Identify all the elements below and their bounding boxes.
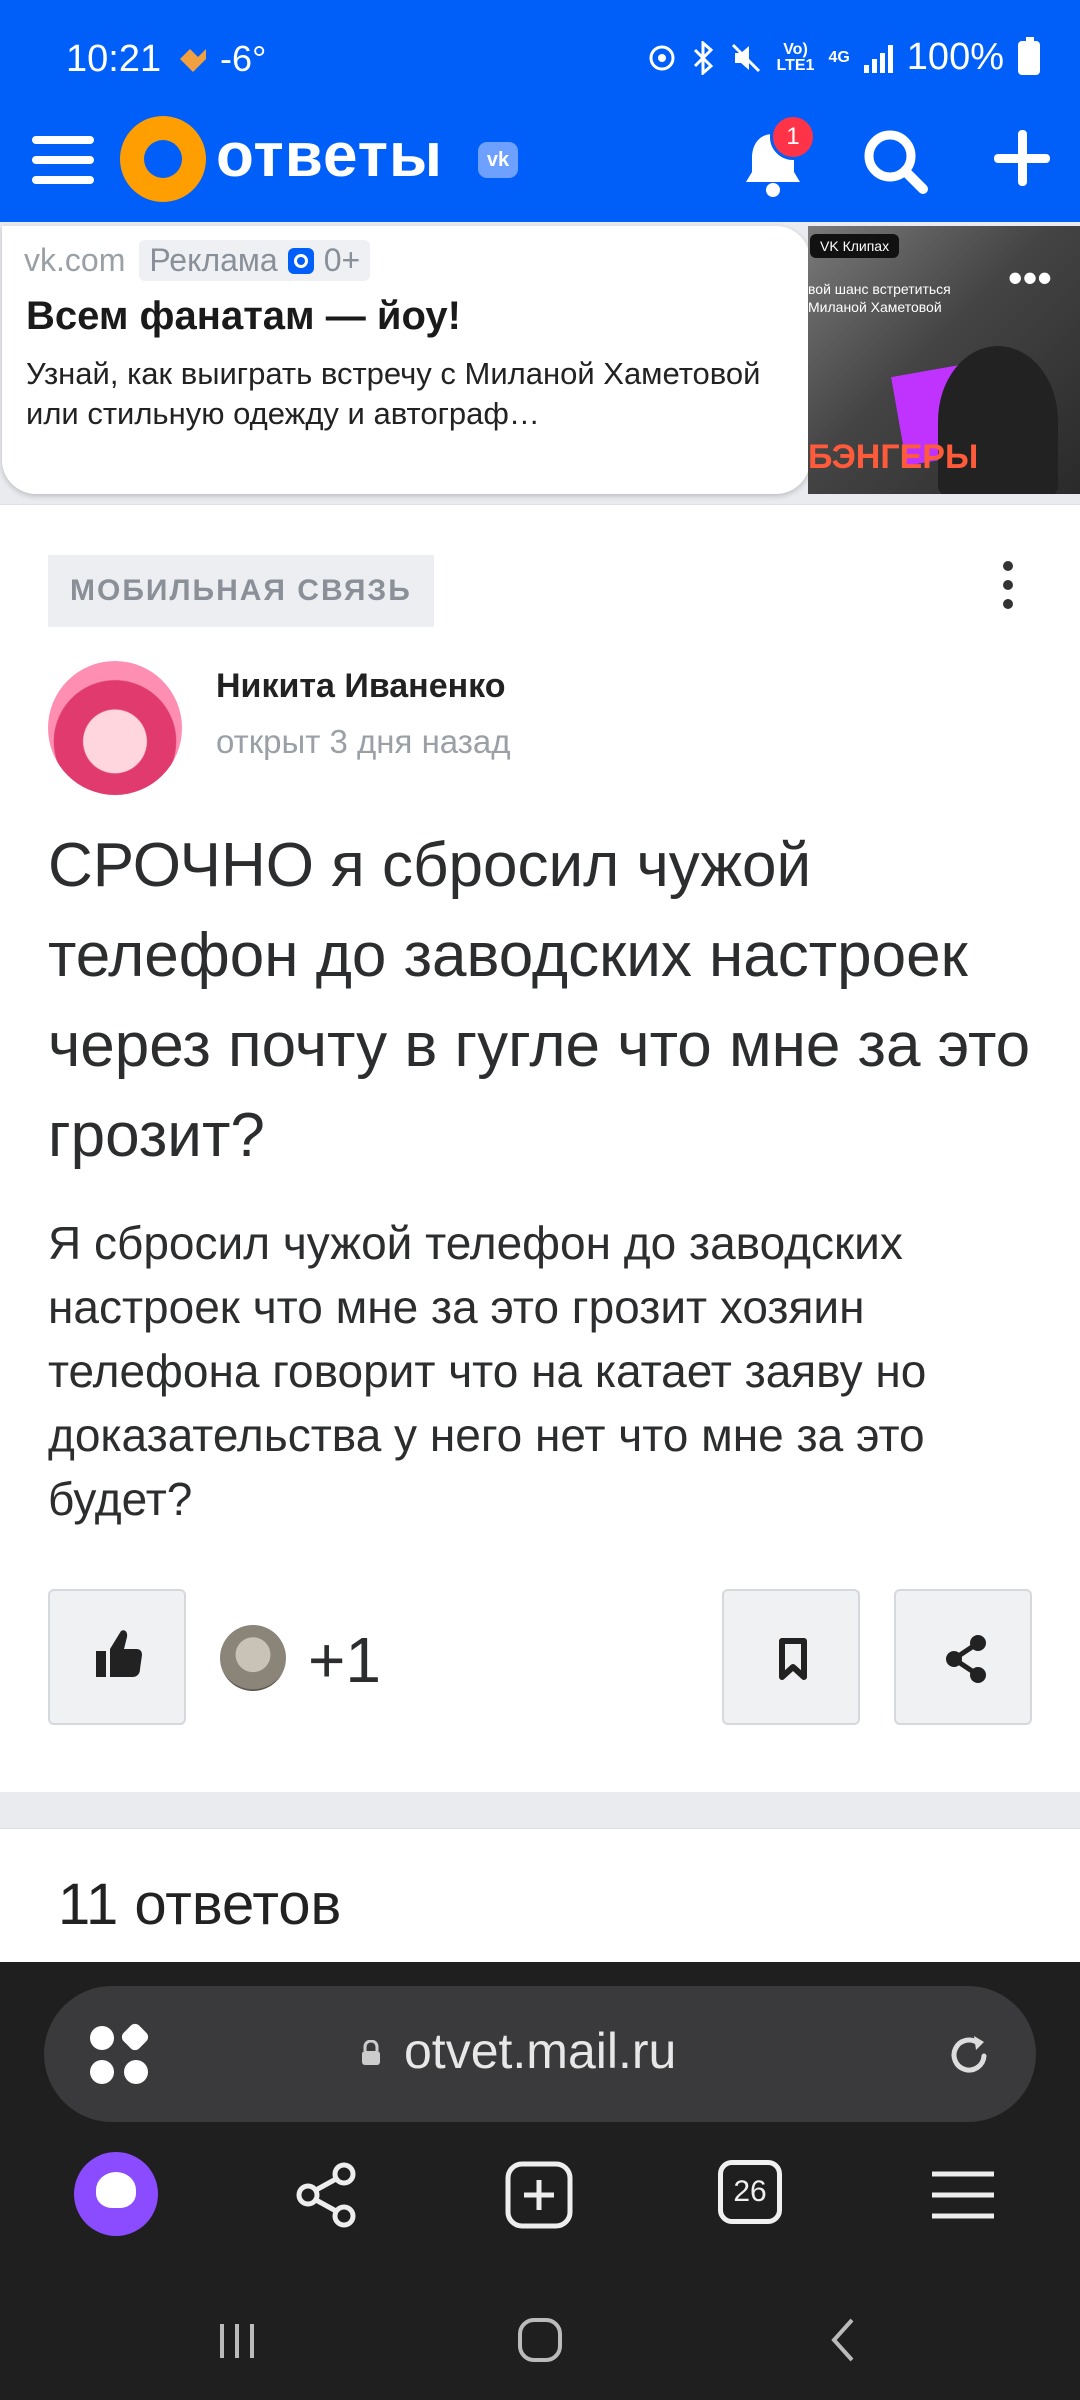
ad-label: Реклама 0+ xyxy=(139,240,371,281)
apps-grid-icon[interactable] xyxy=(90,2021,151,2086)
weather-icon xyxy=(180,49,206,72)
mute-icon xyxy=(731,43,760,72)
liker-avatar[interactable] xyxy=(220,1625,286,1691)
battery-icon xyxy=(1018,36,1040,75)
search-icon[interactable] xyxy=(860,126,930,196)
lock-icon xyxy=(362,2040,380,2065)
more-options-icon[interactable] xyxy=(1000,561,1016,621)
age-rating-icon xyxy=(287,247,314,274)
recycle-icon xyxy=(649,45,675,70)
battery-percent: 100% xyxy=(906,36,1004,78)
bookmark-button[interactable] xyxy=(722,1589,860,1725)
share-page-icon[interactable] xyxy=(290,2158,364,2232)
question-date: открыт 3 дня назад xyxy=(216,723,511,760)
signal-icon xyxy=(863,43,893,73)
ad-banner[interactable]: vk.com Реклама 0+ Всем фанатам — йоу! Уз… xyxy=(0,222,1080,500)
address-bar[interactable]: otvet.mail.ru xyxy=(44,1986,1036,2122)
ad-domain: vk.com xyxy=(24,242,126,278)
app-bar: ответы vk 1 xyxy=(0,110,1080,222)
weather-temp: -6° xyxy=(220,38,267,79)
category-tag[interactable]: МОБИЛЬНАЯ СВЯЗЬ xyxy=(48,555,434,627)
notification-badge: 1 xyxy=(770,114,816,160)
home-icon[interactable] xyxy=(516,2316,564,2364)
like-button[interactable] xyxy=(48,1589,186,1725)
thumbs-up-icon xyxy=(96,1630,142,1677)
ad-image-brand: БЭНГЕРЫ xyxy=(808,438,979,476)
author-avatar[interactable] xyxy=(48,661,182,795)
mail-logo-icon[interactable] xyxy=(120,116,206,202)
ad-title: Всем фанатам — йоу! xyxy=(26,294,461,338)
ad-card[interactable]: vk.com Реклама 0+ Всем фанатам — йоу! Уз… xyxy=(2,226,810,494)
vk-badge: vk xyxy=(478,142,518,178)
reload-icon[interactable] xyxy=(944,2030,994,2080)
logo-text[interactable]: ответы xyxy=(216,120,443,191)
status-time: 10:21 xyxy=(66,38,162,80)
ad-text: Узнай, как выиграть встречу с Миланой Ха… xyxy=(26,356,761,431)
ad-menu-icon[interactable]: ••• xyxy=(1008,257,1052,299)
ad-image-caption: вой шанс встретиться Миланой Хаметовой xyxy=(808,281,951,315)
app-header-area: 10:21 -6° Vo) LTE1 4G 100% ответы vk 1 xyxy=(0,0,1080,222)
age-rating: 0+ xyxy=(323,242,361,278)
back-icon[interactable] xyxy=(824,2316,864,2364)
system-nav-bar xyxy=(0,2300,1080,2400)
bookmark-icon xyxy=(779,1638,807,1680)
tabs-count-button[interactable]: 26 xyxy=(718,2160,782,2224)
status-bar: 10:21 -6° Vo) LTE1 4G 100% xyxy=(0,0,1080,120)
share-icon xyxy=(946,1635,986,1683)
question-card: МОБИЛЬНАЯ СВЯЗЬ Никита Иваненко открыт 3… xyxy=(0,504,1080,1792)
ad-image-pill: VK Клипах xyxy=(810,234,900,258)
volte-indicator: Vo) LTE1 xyxy=(776,40,815,74)
answers-count-title: 11 ответов xyxy=(58,1872,342,1937)
question-body: Я сбросил чужой телефон до заводских нас… xyxy=(48,1217,927,1525)
ad-image[interactable]: VK Клипах вой шанс встретиться Миланой Х… xyxy=(808,226,1080,494)
share-button[interactable] xyxy=(894,1589,1032,1725)
browser-nav: 26 xyxy=(0,2152,1080,2272)
menu-button[interactable] xyxy=(32,130,94,192)
recent-apps-icon[interactable] xyxy=(214,2318,260,2364)
url-text[interactable]: otvet.mail.ru xyxy=(404,2022,676,2080)
author-name[interactable]: Никита Иваненко xyxy=(216,667,506,706)
bluetooth-icon xyxy=(693,40,713,75)
browser-menu-icon[interactable] xyxy=(926,2158,1000,2232)
screen: 10:21 -6° Vo) LTE1 4G 100% ответы vk 1 v… xyxy=(0,0,1080,2400)
status-weather: -6° xyxy=(176,38,266,80)
ad-meta: vk.com Реклама 0+ xyxy=(24,240,371,281)
browser-bar: otvet.mail.ru 26 xyxy=(0,1962,1080,2400)
question-title: СРОЧНО я сбросил чужой телефон до заводс… xyxy=(48,831,1031,1170)
menu-icon xyxy=(32,136,94,144)
new-tab-icon[interactable] xyxy=(502,2158,576,2232)
network-type: 4G xyxy=(828,48,850,66)
status-icons: Vo) LTE1 4G 100% xyxy=(647,36,1040,79)
likers-count[interactable]: +1 xyxy=(308,1623,381,1697)
alice-assistant-icon[interactable] xyxy=(74,2152,158,2236)
ask-question-button[interactable] xyxy=(990,126,1054,190)
